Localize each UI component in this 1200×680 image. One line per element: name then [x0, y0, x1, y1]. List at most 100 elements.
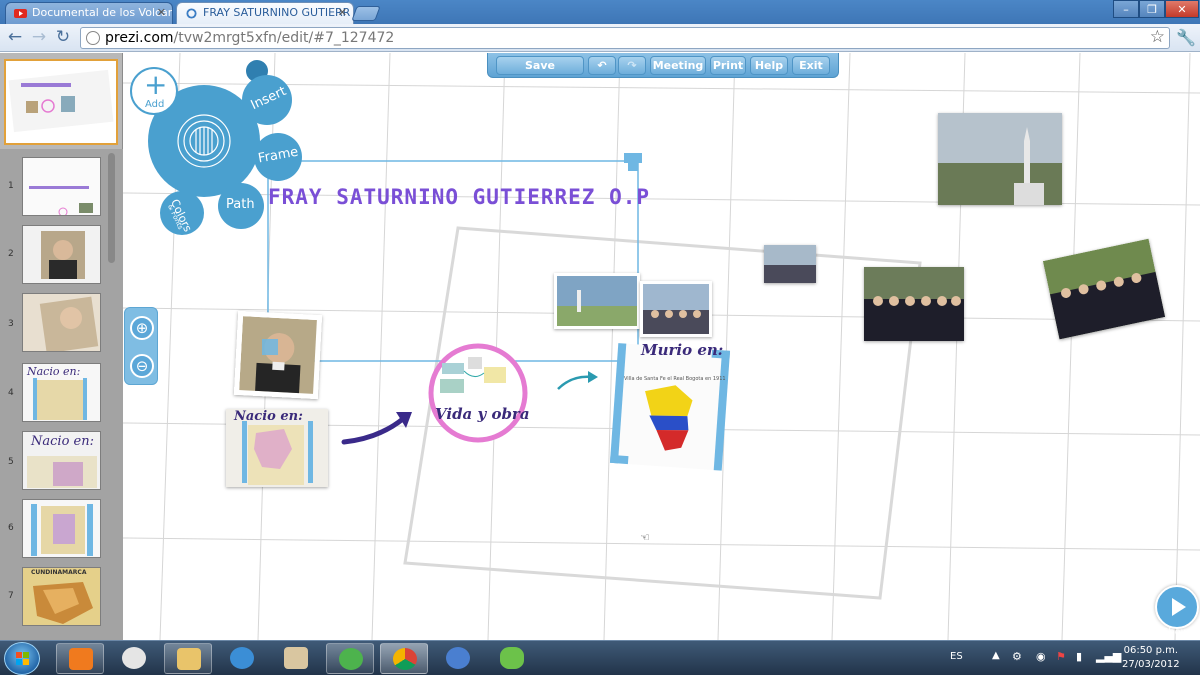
- selection-handle[interactable]: [262, 339, 278, 355]
- show-button[interactable]: [1155, 585, 1199, 629]
- taskbar-cut-the-rope[interactable]: [488, 643, 536, 674]
- portrait-photo[interactable]: [233, 310, 323, 400]
- taskbar-messenger[interactable]: [326, 643, 374, 674]
- bookmark-star-icon[interactable]: ☆: [1150, 27, 1165, 47]
- redo-icon: ↷: [627, 59, 637, 72]
- tab-label: Documental de los Volcane: [32, 6, 173, 19]
- clock-date: 27/03/2012: [1122, 659, 1180, 670]
- taskbar-avast[interactable]: [110, 643, 158, 674]
- meeting-button[interactable]: Meeting ▾: [650, 56, 706, 89]
- taskbar-itunes[interactable]: [434, 643, 482, 674]
- thumbnail-5[interactable]: Nacio en:: [22, 431, 101, 490]
- network-tray-icon[interactable]: ⚙: [1012, 650, 1022, 663]
- undo-button[interactable]: ↶: [588, 56, 616, 75]
- exit-button[interactable]: Exit: [792, 56, 830, 75]
- small-group-photo[interactable]: [764, 245, 816, 283]
- close-tab-icon[interactable]: ✕: [338, 3, 347, 23]
- help-button[interactable]: Help: [750, 56, 788, 75]
- thumb-number: 7: [8, 591, 14, 601]
- zoom-control: ⊕ ⊖: [124, 307, 158, 385]
- thumb-number: 1: [8, 181, 14, 191]
- forward-button[interactable]: →: [28, 28, 50, 48]
- save-button[interactable]: Save: [496, 56, 584, 75]
- thumb-number: 6: [8, 523, 14, 533]
- taskbar-paint[interactable]: [272, 643, 320, 674]
- wrench-icon[interactable]: 🔧: [1176, 28, 1196, 47]
- thumb-number: 3: [8, 319, 14, 329]
- flag-tray-icon[interactable]: ⚑: [1056, 650, 1066, 663]
- new-tab-button[interactable]: [351, 6, 381, 21]
- thumb-caption: CUNDINAMARCA: [31, 569, 87, 576]
- media-player-icon: [69, 648, 93, 670]
- group-photo-2[interactable]: [864, 267, 964, 341]
- frame-bubble[interactable]: Frame: [254, 133, 302, 181]
- zoom-in-button[interactable]: ⊕: [130, 316, 154, 340]
- windows-taskbar: ES ▲ ⚙ ◉ ⚑ ▮ ▂▄▆ 06:50 p.m. 27/03/2012: [0, 640, 1200, 675]
- signal-tray-icon[interactable]: ▂▄▆: [1096, 650, 1121, 663]
- thumbnail-7[interactable]: CUNDINAMARCA: [22, 567, 101, 626]
- insert-bubble[interactable]: Insert: [242, 75, 292, 125]
- colors-fonts-bubble[interactable]: Colors & Fonts: [160, 191, 204, 235]
- plus-icon: +: [144, 68, 168, 101]
- thumb-number: 5: [8, 457, 14, 467]
- tab-documental[interactable]: Documental de los Volcane ✕: [5, 2, 173, 24]
- youtube-icon: [14, 9, 27, 18]
- hand-cursor-icon: ☜: [640, 531, 650, 544]
- sidebar-scrollbar[interactable]: [108, 153, 115, 263]
- zoom-in-icon: ⊕: [135, 319, 149, 337]
- thumbnail-6[interactable]: [22, 499, 101, 558]
- close-tab-icon[interactable]: ✕: [157, 3, 166, 23]
- taskbar-media-player[interactable]: [56, 643, 104, 674]
- group-photo-1[interactable]: [640, 281, 712, 337]
- battery-tray-icon[interactable]: ▮: [1076, 650, 1082, 663]
- thumbnail-sidebar: 1 2 3 4 Nacio en: 5 Nacio en: 6 7 CUNDIN…: [0, 53, 123, 640]
- taskbar-clock[interactable]: 06:50 p.m. 27/03/2012: [1122, 644, 1180, 672]
- vida-obra-circle[interactable]: [426, 341, 530, 445]
- overview-thumbnail[interactable]: [4, 59, 118, 145]
- windows-logo-icon: [16, 652, 29, 665]
- taskbar-ie[interactable]: [218, 643, 266, 674]
- back-button[interactable]: ←: [4, 28, 26, 48]
- start-button[interactable]: [4, 642, 40, 675]
- murio-card[interactable]: [604, 339, 740, 475]
- close-window-button[interactable]: ✕: [1165, 0, 1199, 18]
- om-nom-icon: [500, 647, 524, 669]
- print-button[interactable]: Print: [710, 56, 746, 75]
- landscape-photo[interactable]: [554, 273, 640, 329]
- nacio-label: Nacio en:: [234, 409, 303, 424]
- church-photo[interactable]: [938, 113, 1062, 205]
- path-label: Path: [226, 197, 255, 212]
- redo-button[interactable]: ↷: [618, 56, 646, 75]
- thumbnail-3[interactable]: [22, 293, 101, 352]
- minimize-button[interactable]: –: [1113, 0, 1139, 18]
- clock-time: 06:50 p.m.: [1123, 645, 1179, 656]
- taskbar-chrome[interactable]: [380, 643, 428, 674]
- add-bubble[interactable]: + Add: [130, 67, 178, 115]
- frame-label: Frame: [257, 144, 300, 167]
- tab-fray-saturnino[interactable]: FRAY SATURNINO GUTIERR ✕: [176, 2, 354, 24]
- taskbar-explorer[interactable]: [164, 643, 212, 674]
- reload-button[interactable]: ↻: [52, 28, 74, 48]
- prezi-canvas[interactable]: 1 2 3 4 Nacio en: 5 Nacio en: 6 7 CUNDIN…: [0, 53, 1200, 640]
- url-text: prezi.com/tvw2mrgt5xfn/edit/#7_127472: [105, 30, 395, 46]
- play-icon: [1172, 598, 1186, 616]
- tray-expand-icon[interactable]: ▲: [992, 650, 1000, 661]
- thumbnail-1[interactable]: [22, 157, 101, 216]
- tab-strip: Documental de los Volcane ✕ FRAY SATURNI…: [0, 0, 1200, 24]
- show-label: Show: [1162, 627, 1189, 638]
- presentation-title[interactable]: FRAY SATURNINO GUTIERREZ O.P: [268, 185, 650, 209]
- thumbnail-4[interactable]: Nacio en:: [22, 363, 101, 422]
- murio-caption: Villa de Santa Fe el Real Bogota en 1911: [624, 376, 726, 382]
- path-bubble[interactable]: Path: [218, 183, 264, 229]
- arrow-to-murio-icon: [557, 371, 598, 390]
- restore-button[interactable]: ❐: [1139, 0, 1165, 18]
- thumbnail-2[interactable]: [22, 225, 101, 284]
- nacio-map-card[interactable]: Nacio en:: [226, 409, 328, 487]
- vida-obra-label: Vida y obra: [435, 405, 530, 423]
- insert-label: Insert: [248, 83, 289, 114]
- address-bar[interactable]: prezi.com/tvw2mrgt5xfn/edit/#7_127472 ☆: [80, 27, 1170, 49]
- zoom-out-button[interactable]: ⊖: [130, 354, 154, 378]
- antivirus-tray-icon[interactable]: ◉: [1036, 650, 1046, 663]
- globe-icon: [86, 31, 100, 45]
- language-indicator[interactable]: ES: [950, 651, 963, 662]
